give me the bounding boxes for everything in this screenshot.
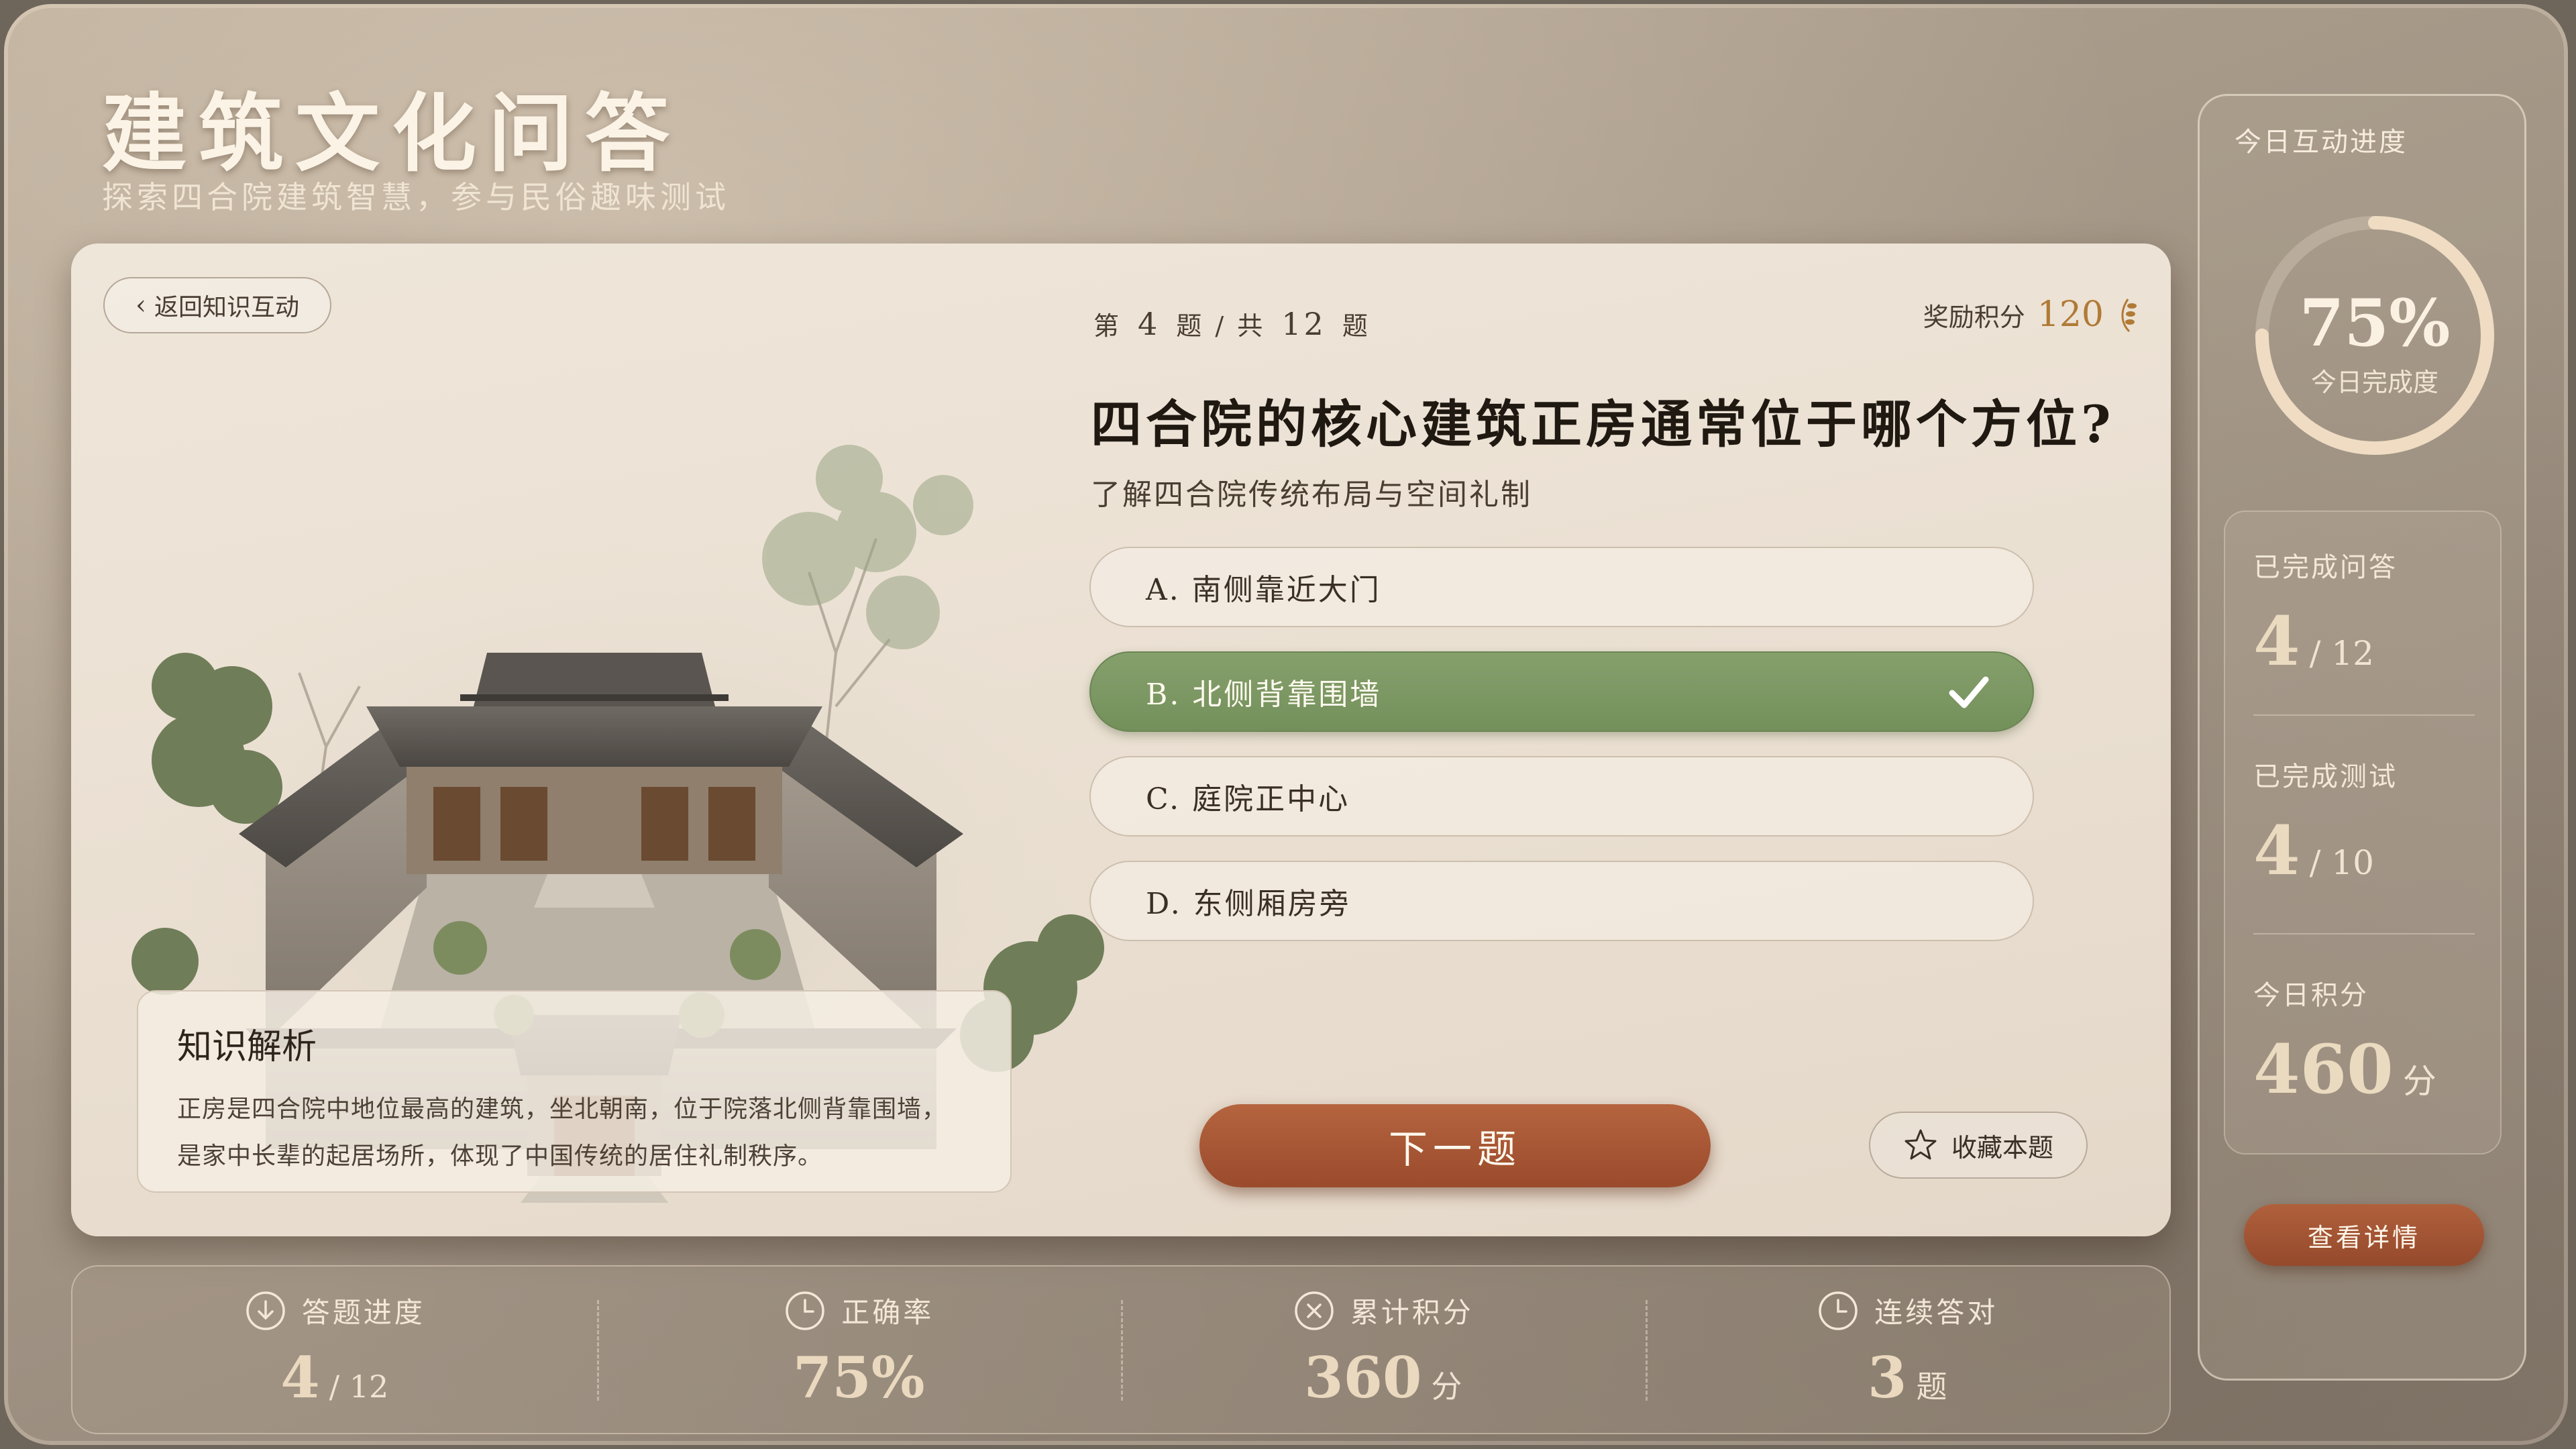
option-a[interactable]: A. 南侧靠近大门 [1089,547,2034,627]
progress-prefix: 第 [1093,311,1122,341]
side-stat-value: 460 [2253,1030,2394,1109]
completion-label: 今日完成度 [2310,368,2438,397]
quiz-card: ‹ 返回知识互动 知识解析 正房是四合院中地位最高的建筑，坐北朝南，位于院落北侧… [71,244,2171,1236]
favorite-label: 收藏本题 [1951,1132,2053,1163]
reward-value: 120 [2037,294,2104,335]
side-stat-value: 4 [2253,602,2300,681]
stat-unit: 题 [1916,1368,1947,1405]
analysis-text-line-1: 正房是四合院中地位最高的建筑，坐北朝南，位于院落北侧背靠围墙， [177,1095,947,1123]
stat-value: 4 [280,1344,320,1411]
answer-options: A. 南侧靠近大门 B. 北侧背靠围墙 C. 庭院正中心 D. 东侧厢房旁 [1089,547,2034,965]
divider [2253,714,2475,716]
back-button-label: 返回知识互动 [154,294,299,321]
side-stat-label: 今日积分 [2253,980,2369,1011]
stat-value: 75% [792,1344,925,1411]
progress-suffix: 题 [1342,311,1371,341]
stat-label: 连续答对 [1874,1296,1998,1329]
side-panel-title: 今日互动进度 [2235,127,2408,158]
option-label: C. 庭院正中心 [1146,782,1350,816]
option-label: B. 北侧背靠围墙 [1146,678,1382,712]
analysis-text-line-2: 是家中长辈的起居场所，体现了中国传统的居住礼制秩序。 [177,1142,823,1170]
side-stat-label: 已完成问答 [2253,552,2398,583]
clock-icon [1819,1291,1858,1330]
side-stat-sub: 分 [2402,1062,2436,1101]
reward-label: 奖励积分 [1923,302,2025,332]
favorite-button[interactable]: 收藏本题 [1869,1112,2088,1179]
stat-progress: 答题进度 4 / 12 [72,1267,597,1433]
option-c[interactable]: C. 庭院正中心 [1089,756,2034,837]
option-d[interactable]: D. 东侧厢房旁 [1089,861,2034,941]
stat-unit: 分 [1431,1368,1462,1405]
side-stat-sub: / 12 [2309,634,2374,673]
reward-points: 奖励积分 120 [1923,294,2139,335]
question-text: 四合院的核心建筑正房通常位于哪个方位? [1091,394,2115,454]
daily-progress-panel: 今日互动进度 75% 今日完成度 已完成问答 4 / 12 已完成测试 4 / … [2198,94,2526,1381]
side-stat-value: 4 [2253,811,2300,890]
analysis-title: 知识解析 [177,1027,317,1067]
side-stats-box: 已完成问答 4 / 12 已完成测试 4 / 10 今日积分 460 分 [2224,511,2502,1155]
progress-current: 4 [1138,306,1161,342]
progress-mid: 题 / 共 [1176,311,1266,341]
next-question-button[interactable]: 下一题 [1199,1104,1711,1187]
app-window: 建筑文化问答 探索四合院建筑智慧，参与民俗趣味测试 ‹ 返回知识互动 知识解析 … [4,4,2568,1445]
progress-total: 12 [1281,306,1326,342]
chevron-left-icon: ‹ [135,290,146,321]
stat-label: 累计积分 [1350,1296,1474,1329]
option-b[interactable]: B. 北侧背靠围墙 [1089,651,2034,732]
stat-accuracy: 正确率 75% [596,1267,1122,1433]
back-button[interactable]: ‹ 返回知识互动 [103,277,331,333]
completion-percent: 75% [2299,285,2451,361]
question-subtitle: 了解四合院传统布局与空间礼制 [1091,478,1532,512]
stat-total-points: 累计积分 360 分 [1121,1267,1646,1433]
checkmark-icon [1949,676,1989,708]
download-circle-icon [246,1291,285,1330]
stat-value: 3 [1868,1344,1907,1411]
question-progress: 第 4 题 / 共 12 题 [1093,305,1371,342]
side-stat-qa: 已完成问答 4 / 12 [2253,545,2481,681]
stat-unit: / 12 [329,1368,389,1405]
x-circle-icon [1294,1291,1334,1330]
clock-icon [786,1291,824,1330]
stats-bar: 答题进度 4 / 12 正确率 75% 累计积分 360 分 连续答对 3 题 [71,1265,2171,1434]
divider [2253,933,2475,934]
side-stat-sub: / 10 [2309,843,2374,882]
stat-streak: 连续答对 3 题 [1645,1267,2170,1433]
star-icon [1904,1129,1937,1160]
stat-label: 答题进度 [301,1296,425,1329]
stat-label: 正确率 [841,1296,934,1329]
stat-value: 360 [1304,1344,1422,1411]
option-label: A. 南侧靠近大门 [1146,573,1381,607]
side-stat-tests: 已完成测试 4 / 10 [2253,755,2481,890]
side-stat-label: 已完成测试 [2253,761,2398,792]
option-label: D. 东侧厢房旁 [1146,887,1351,921]
knowledge-analysis-panel: 知识解析 正房是四合院中地位最高的建筑，坐北朝南，位于院落北侧背靠围墙， 是家中… [137,990,1012,1193]
side-stat-points: 今日积分 460 分 [2253,973,2481,1109]
view-details-button[interactable]: 查看详情 [2244,1204,2484,1266]
laurel-icon [2121,299,2137,333]
page-title: 建筑文化问答 [102,84,682,183]
page-subtitle: 探索四合院建筑智慧，参与民俗趣味测试 [102,179,730,215]
